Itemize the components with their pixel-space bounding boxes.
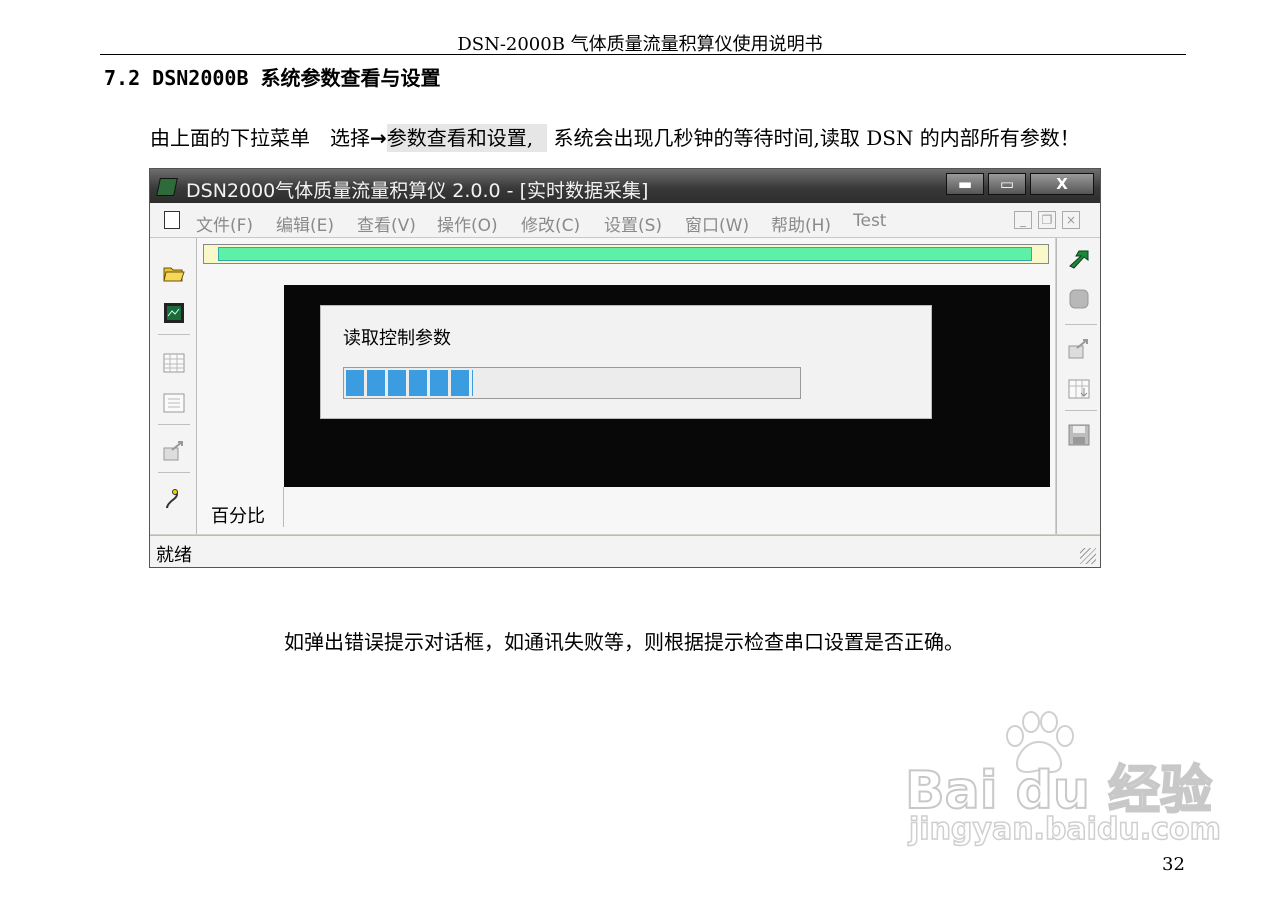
dialog-title: 读取控制参数 [343,328,451,349]
document-header: DSN-2000B 气体质量流量积算仪使用说明书 [457,34,823,55]
status-bar: 就绪 [150,535,1100,567]
export-icon[interactable] [162,440,186,462]
list-icon[interactable] [162,392,186,414]
intro-text-after: 系统会出现几秒钟的等待时间,读取 DSN 的内部所有参数！ [553,126,1080,150]
progress-segment [346,370,364,396]
table-icon[interactable] [162,352,186,374]
toolbar-separator [158,472,190,473]
progress-segment [472,370,473,396]
panel-divider [283,487,284,527]
top-progress-bar [203,244,1049,264]
import-table-icon[interactable] [1067,378,1091,400]
monitor-icon[interactable] [162,302,186,324]
menu-view[interactable]: 查看(V) [357,211,416,236]
watermark-url: jingyan.baidu.com [908,811,1221,848]
progress-segment [409,370,427,396]
status-text: 就绪 [156,545,192,566]
menu-window[interactable]: 窗口(W) [685,211,749,236]
open-folder-icon[interactable] [162,262,186,284]
error-note: 如弹出错误提示对话框，如通讯失败等，则根据提示检查串口设置是否正确。 [284,630,964,654]
percent-label: 百分比 [211,506,265,527]
intro-text-before: 由上面的下拉菜单 选择 [150,126,370,150]
progress-track [343,367,801,399]
intro-paragraph: 由上面的下拉菜单 选择→参数查看和设置, 系统会出现几秒钟的等待时间,读取 DS… [150,122,1080,152]
resize-grip[interactable] [1080,548,1096,564]
read-params-dialog: 读取控制参数 [320,305,932,419]
top-progress-fill [218,247,1032,261]
left-toolbar [150,238,197,534]
title-bar[interactable]: DSN2000气体质量流量积算仪 2.0.0 - [实时数据采集] ▬ ▭ X [150,169,1100,203]
menu-settings[interactable]: 设置(S) [604,211,662,236]
progress-segment [451,370,469,396]
document-icon[interactable] [164,211,180,229]
menu-edit[interactable]: 编辑(E) [276,211,334,236]
progress-segment [388,370,406,396]
toolbar-separator [158,334,190,335]
right-toolbar [1056,238,1100,534]
minimize-button[interactable]: ▬ [946,173,984,195]
run-icon[interactable] [1067,248,1091,270]
arrow-icon: → [370,126,387,150]
data-panel: 读取控制参数 [284,285,1050,487]
menu-test[interactable]: Test [853,211,886,231]
maximize-button[interactable]: ▭ [988,173,1026,195]
progress-segment [430,370,448,396]
app-icon [156,178,178,196]
toolbar-separator [1065,410,1097,411]
probe-icon[interactable] [162,488,186,510]
stop-icon[interactable] [1067,288,1091,310]
section-title: 7.2 DSN2000B 系统参数查看与设置 [104,66,441,90]
app-window-screenshot: DSN2000气体质量流量积算仪 2.0.0 - [实时数据采集] ▬ ▭ X … [149,168,1101,568]
export-icon[interactable] [1067,338,1091,360]
mdi-close-button[interactable]: × [1062,211,1080,229]
menu-operate[interactable]: 操作(O) [437,211,498,236]
page-number: 32 [1162,854,1185,875]
save-icon[interactable] [1067,424,1091,446]
menu-bar: 文件(F) 编辑(E) 查看(V) 操作(O) 修改(C) 设置(S) 窗口(W… [150,203,1100,238]
menu-help[interactable]: 帮助(H) [771,211,831,236]
toolbar-separator [158,424,190,425]
client-area: 读取控制参数 百分比 [197,238,1055,534]
mdi-restore-button[interactable]: ❐ [1038,211,1056,229]
progress-segment [367,370,385,396]
baidu-watermark: Bai du 经验 jingyan.baidu.com [904,708,1222,858]
window-title: DSN2000气体质量流量积算仪 2.0.0 - [实时数据采集] [186,180,649,202]
mdi-minimize-button[interactable]: _ [1014,211,1032,229]
menu-modify[interactable]: 修改(C) [521,211,580,236]
menu-file[interactable]: 文件(F) [196,211,253,236]
toolbar-separator [1065,324,1097,325]
progress-fill [346,370,473,396]
header-rule [100,54,1186,55]
close-button[interactable]: X [1030,173,1094,195]
intro-highlight: 参数查看和设置, [386,124,548,152]
